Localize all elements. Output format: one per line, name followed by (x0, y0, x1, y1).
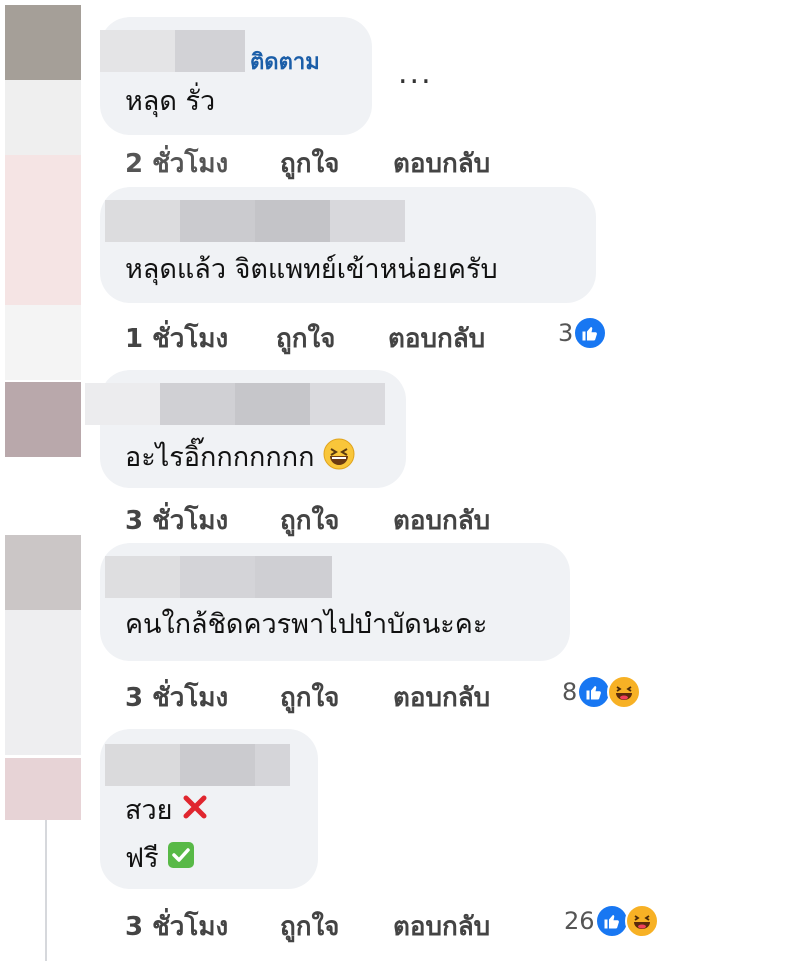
comment-time[interactable]: 3 ชั่วโมง (125, 677, 228, 718)
comment-time[interactable]: 3 ชั่วโมง (125, 906, 228, 947)
reply-button[interactable]: ตอบกลับ (393, 500, 490, 541)
haha-reaction-icon (624, 904, 659, 938)
reply-button[interactable]: ตอบกลับ (393, 677, 490, 718)
like-button[interactable]: ถูกใจ (276, 318, 335, 359)
follow-link[interactable]: ติดตาม (250, 44, 320, 79)
commenter-name[interactable] (105, 556, 332, 598)
comment-text: อะไรอิ๊กกกกกกก (125, 438, 355, 479)
check-mark-emoji (167, 841, 195, 878)
reaction-count: 8 (562, 678, 578, 706)
reaction-count: 3 (558, 319, 574, 347)
avatar-column-bg (5, 610, 81, 755)
avatar-column-bg (5, 155, 81, 305)
cross-mark-emoji (181, 793, 209, 830)
like-button[interactable]: ถูกใจ (280, 143, 339, 184)
comment-time[interactable]: 2 ชั่วโมง (125, 149, 228, 179)
more-options-button[interactable]: ... (398, 56, 433, 91)
comment-text-line: สวย (125, 795, 173, 826)
commenter-name[interactable] (105, 200, 405, 242)
avatar-column-bg (5, 305, 81, 380)
reply-button[interactable]: ตอบกลับ (393, 906, 490, 947)
reply-button[interactable]: ตอบกลับ (388, 318, 485, 359)
comment-text: สวย (125, 793, 209, 830)
avatar[interactable] (5, 535, 81, 610)
haha-reaction-icon (607, 675, 642, 709)
reaction-count: 26 (564, 907, 595, 935)
reaction-summary[interactable]: 26 (564, 904, 659, 938)
comment-text: หลุด รั่ว (125, 86, 216, 117)
like-reaction-icon (577, 675, 612, 709)
comment-text-line: ฟรี (125, 843, 159, 874)
like-button[interactable]: ถูกใจ (280, 906, 339, 947)
commenter-name[interactable] (105, 744, 290, 786)
comment-time[interactable]: 1 ชั่วโมง (125, 318, 228, 359)
commenter-name[interactable] (85, 383, 385, 425)
like-button[interactable]: ถูกใจ (280, 500, 339, 541)
comment-time[interactable]: 3 ชั่วโมง (125, 500, 228, 541)
like-reaction-icon (573, 316, 608, 350)
avatar-column-bg (5, 80, 81, 155)
avatar[interactable] (5, 5, 81, 80)
comment-actions: 2 ชั่วโมง (125, 143, 228, 184)
like-button[interactable]: ถูกใจ (280, 677, 339, 718)
comment-text: หลุดแล้ว จิตแพทย์เข้าหน่อยครับ (125, 254, 498, 285)
avatar[interactable] (5, 758, 81, 820)
reaction-summary[interactable]: 8 (562, 675, 642, 709)
grinning-squinting-emoji (323, 438, 355, 479)
thread-line (45, 820, 47, 961)
comment-text-content: อะไรอิ๊กกกกกกก (125, 442, 315, 473)
comment-text: คนใกล้ชิดควรพาไปบำบัดนะคะ (125, 609, 488, 640)
commenter-name[interactable] (100, 30, 245, 72)
reply-button[interactable]: ตอบกลับ (393, 143, 490, 184)
like-reaction-icon (594, 904, 629, 938)
comment-text: ฟรี (125, 841, 195, 878)
reaction-summary[interactable]: 3 (558, 316, 608, 350)
avatar[interactable] (5, 382, 81, 457)
